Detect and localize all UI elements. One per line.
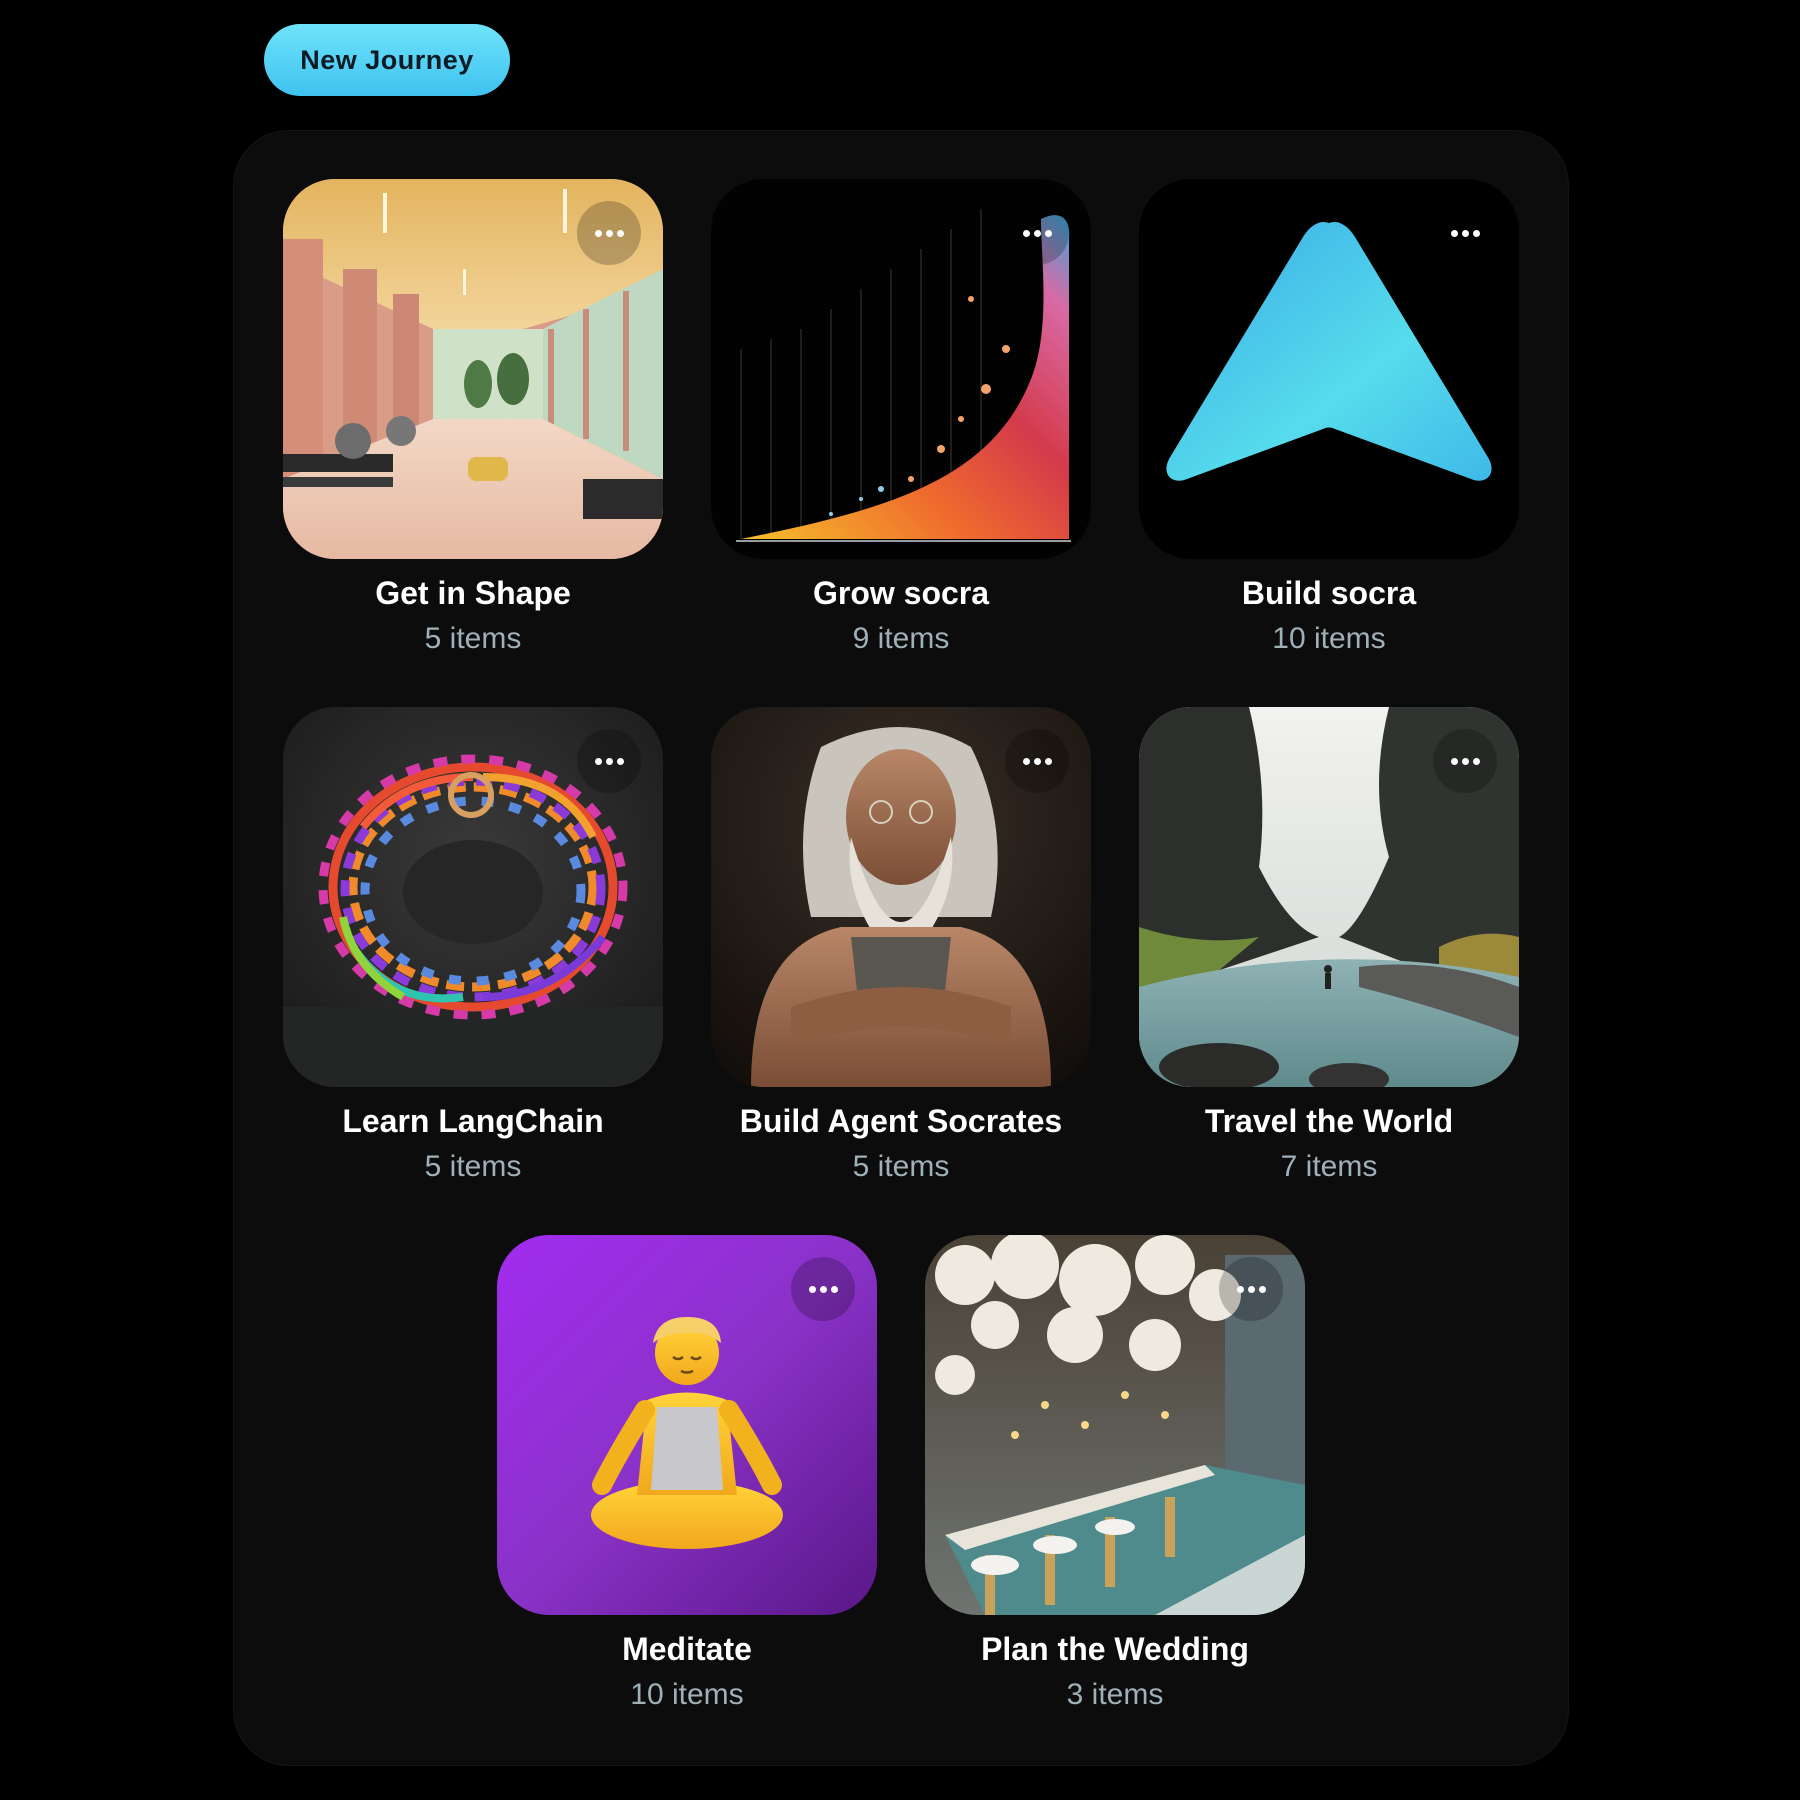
journey-card[interactable]: Travel the World 7 items xyxy=(1139,707,1519,1187)
journey-card[interactable]: Get in Shape 5 items xyxy=(283,179,663,659)
journey-title: Get in Shape xyxy=(375,575,571,611)
journey-thumbnail-arrow[interactable] xyxy=(1139,179,1519,559)
more-options-button[interactable] xyxy=(1005,729,1069,793)
new-journey-button[interactable]: New Journey xyxy=(264,24,510,96)
more-options-button[interactable] xyxy=(577,201,641,265)
journey-title: Grow socra xyxy=(812,575,990,611)
more-options-button[interactable] xyxy=(791,1257,855,1321)
journey-item-count: 5 items xyxy=(424,1150,522,1183)
journey-title: Learn LangChain xyxy=(342,1103,604,1139)
more-options-button[interactable] xyxy=(1219,1257,1283,1321)
more-options-icon xyxy=(1450,757,1480,765)
journey-card[interactable]: Meditate 10 items xyxy=(497,1235,877,1715)
journey-title: Build socra xyxy=(1241,575,1417,611)
journey-thumbnail-gym[interactable] xyxy=(283,179,663,559)
more-options-icon xyxy=(1022,229,1052,237)
more-options-icon xyxy=(594,229,624,237)
journey-item-count: 10 items xyxy=(630,1678,744,1711)
journey-thumbnail-growth[interactable] xyxy=(711,179,1091,559)
journeys-page: New Journey Get in Shape 5 items Grow so… xyxy=(0,0,1800,1800)
more-options-icon xyxy=(808,1285,838,1293)
more-options-icon xyxy=(1022,757,1052,765)
journey-title: Build Agent Socrates xyxy=(739,1103,1063,1139)
journey-item-count: 7 items xyxy=(1280,1150,1378,1183)
more-options-icon xyxy=(1450,229,1480,237)
more-options-button[interactable] xyxy=(1433,729,1497,793)
journeys-panel: Get in Shape 5 items Grow socra 9 items … xyxy=(233,130,1569,1766)
more-options-button[interactable] xyxy=(577,729,641,793)
journey-thumbnail-philosopher[interactable] xyxy=(711,707,1091,1087)
journey-item-count: 10 items xyxy=(1272,622,1386,655)
journey-card[interactable]: Build Agent Socrates 5 items xyxy=(711,707,1091,1187)
journey-thumbnail-canyon[interactable] xyxy=(1139,707,1519,1087)
journey-card[interactable]: Build socra 10 items xyxy=(1139,179,1519,659)
journey-title: Meditate xyxy=(622,1631,752,1667)
journey-title: Plan the Wedding xyxy=(981,1631,1249,1667)
journey-card[interactable]: Learn LangChain 5 items xyxy=(283,707,663,1187)
journey-item-count: 5 items xyxy=(424,622,522,655)
journey-thumbnail-wedding[interactable] xyxy=(925,1235,1305,1615)
journey-item-count: 3 items xyxy=(1066,1678,1164,1711)
more-options-icon xyxy=(1236,1285,1266,1293)
more-options-icon xyxy=(594,757,624,765)
journey-item-count: 9 items xyxy=(852,622,950,655)
journey-card[interactable]: Plan the Wedding 3 items xyxy=(925,1235,1305,1715)
journey-thumbnail-chainmail[interactable] xyxy=(283,707,663,1087)
journey-item-count: 5 items xyxy=(852,1150,950,1183)
journey-card[interactable]: Grow socra 9 items xyxy=(711,179,1091,659)
more-options-button[interactable] xyxy=(1005,201,1069,265)
journey-title: Travel the World xyxy=(1204,1103,1454,1139)
journey-thumbnail-meditate[interactable] xyxy=(497,1235,877,1615)
more-options-button[interactable] xyxy=(1433,201,1497,265)
